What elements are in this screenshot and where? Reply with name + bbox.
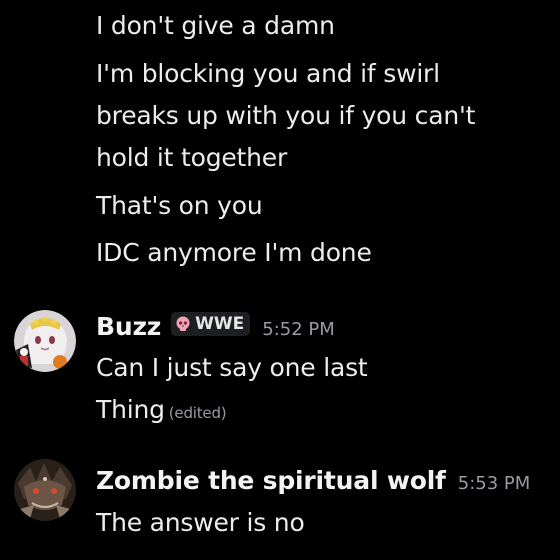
avatar-zombie[interactable] xyxy=(14,459,76,521)
message-text: I don't give a damn xyxy=(96,11,335,40)
message-text: Can I just say one last xyxy=(96,353,368,382)
server-tag-label: WWE xyxy=(195,313,245,334)
chat-message-list: I don't give a damn I'm blocking you and… xyxy=(0,0,560,560)
message-header: Zombie the spiritual wolf 5:53 PM xyxy=(96,466,530,495)
message-text: Thing xyxy=(96,395,165,424)
message-text: IDC anymore I'm done xyxy=(96,238,372,267)
message-text: The answer is no xyxy=(96,508,305,537)
message-text: I'm blocking you and if swirl xyxy=(96,59,440,88)
avatar-image xyxy=(14,459,76,521)
avatar-buzz[interactable] xyxy=(14,310,76,372)
username[interactable]: Zombie the spiritual wolf xyxy=(96,466,446,495)
edited-label: (edited) xyxy=(168,404,227,422)
server-tag[interactable]: WWE xyxy=(171,311,251,336)
timestamp[interactable]: 5:53 PM xyxy=(458,473,531,494)
message-text: hold it together xyxy=(96,143,288,172)
message-text: breaks up with you if you can't xyxy=(96,101,476,130)
message-header: Buzz WWE 5:52 PM xyxy=(96,311,335,341)
avatar-image xyxy=(14,310,76,372)
pink-skull-icon xyxy=(176,316,190,331)
message-text-line: Thing (edited) xyxy=(96,394,227,429)
message-text: That's on you xyxy=(96,191,263,220)
timestamp[interactable]: 5:52 PM xyxy=(262,319,335,340)
username[interactable]: Buzz xyxy=(96,312,161,341)
